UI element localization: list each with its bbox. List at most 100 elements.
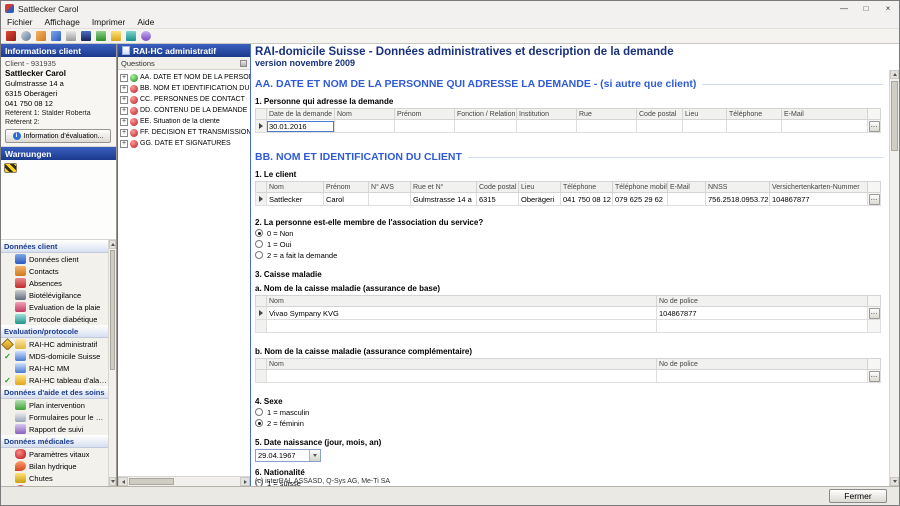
q2-option-2[interactable]: 2 = a fait la demande [255, 250, 883, 260]
nav-group-donnees-medicales[interactable]: Données médicales [1, 435, 108, 448]
tree-item-ee[interactable]: EE. Situation de la cliente [118, 116, 250, 127]
sidebar-item-donnees-client[interactable]: Données client [1, 253, 108, 265]
tree-item-bb[interactable]: BB. NOM ET IDENTIFICATION DU CLIENT [118, 83, 250, 94]
client-avs-cell[interactable] [369, 193, 411, 206]
sidebar-item-rapport-suivi[interactable]: Rapport de suivi [1, 423, 108, 435]
toolbar-save-button[interactable] [79, 30, 93, 43]
toolbar-client-button[interactable] [4, 30, 18, 43]
radio-button-selected[interactable] [255, 229, 263, 237]
menu-fichier[interactable]: Fichier [1, 17, 39, 27]
radio-button[interactable] [255, 240, 263, 248]
radio-button-selected[interactable] [255, 419, 263, 427]
scrollbar-thumb[interactable] [891, 81, 898, 151]
client-cp-cell[interactable]: 6315 [477, 193, 519, 206]
q2-option-1[interactable]: 1 = Oui [255, 239, 883, 249]
expand-plus-icon[interactable] [120, 85, 128, 93]
q4-option-1[interactable]: 2 = féminin [255, 418, 883, 428]
toolbar-print-button[interactable] [64, 30, 78, 43]
menu-affichage[interactable]: Affichage [39, 17, 86, 27]
tree-item-gg[interactable]: GG. DATE ET SIGNATURES [118, 138, 250, 149]
toolbar-search-button[interactable] [19, 30, 33, 43]
sidebar-item-bilan-hydrique[interactable]: Bilan hydrique [1, 460, 108, 472]
sidebar-item-parametres-vitaux[interactable]: Paramètres vitaux [1, 448, 108, 460]
scroll-down-icon[interactable] [890, 477, 899, 486]
scrollbar-thumb[interactable] [129, 478, 174, 485]
sidebar-item-biotelevigilance[interactable]: Biotélévigilance [1, 289, 108, 301]
scroll-up-icon[interactable] [109, 240, 116, 249]
sidebar-item-absences[interactable]: Absences [1, 277, 108, 289]
client-kartennummer-cell[interactable]: 104867877 [770, 193, 868, 206]
sidebar-item-mds-domicile-suisse[interactable]: MDS-domicile Suisse [1, 350, 108, 362]
client-nom-cell[interactable]: Sattlecker [267, 193, 324, 206]
more-button[interactable]: … [869, 308, 880, 319]
expand-plus-icon[interactable] [120, 96, 128, 104]
more-button[interactable]: … [869, 371, 880, 382]
radio-button[interactable] [255, 408, 263, 416]
client-tel-cell[interactable]: 041 750 08 12 [561, 193, 613, 206]
client-nnss-cell[interactable]: 756.2518.0953.72 [706, 193, 770, 206]
toolbar-settings-button[interactable] [124, 30, 138, 43]
birthdate-combobox[interactable]: 29.04.1967 [255, 449, 321, 462]
expand-plus-icon[interactable] [120, 107, 128, 115]
client-prenom-cell[interactable]: Carol [324, 193, 369, 206]
row-selector[interactable] [256, 193, 267, 206]
tree-horizontal-scrollbar[interactable] [118, 476, 250, 486]
client-mobile-cell[interactable]: 079 625 29 62 [613, 193, 668, 206]
nav-group-donnees-aide-soins[interactable]: Données d'aide et des soins [1, 386, 108, 399]
sidebar-item-rai-hc-mm[interactable]: RAI-HC MM [1, 362, 108, 374]
tree-item-dd[interactable]: DD. CONTENU DE LA DEMANDE [118, 105, 250, 116]
tree-item-aa[interactable]: AA. DATE ET NOM DE LA PERSONNE QUI ADRES… [118, 72, 250, 83]
row-selector[interactable] [256, 307, 267, 320]
expand-plus-icon[interactable] [120, 140, 128, 148]
close-button[interactable]: × [877, 1, 899, 16]
scroll-up-icon[interactable] [890, 70, 899, 79]
sidebar-item-formulaires-medecin[interactable]: Formulaires pour le médecin [1, 411, 108, 423]
sidebar-item-evaluation-plaie[interactable]: Evaluation de la plaie [1, 301, 108, 313]
sidebar-item-protocole-diabetique[interactable]: Protocole diabétique [1, 313, 108, 325]
row-selector[interactable] [256, 370, 267, 383]
close-form-button[interactable]: Fermer [829, 489, 887, 503]
expand-plus-icon[interactable] [120, 129, 128, 137]
menu-aide[interactable]: Aide [131, 17, 160, 27]
sidebar-item-denutrition[interactable]: Dénutrition [1, 484, 108, 486]
nav-group-donnees-client[interactable]: Données client [1, 240, 108, 253]
tree-item-ff[interactable]: FF. DECISION ET TRANSMISSION [118, 127, 250, 138]
row-selector[interactable] [256, 320, 267, 333]
scrollbar-thumb[interactable] [110, 250, 115, 370]
sidebar-item-plan-intervention[interactable]: Plan intervention [1, 399, 108, 411]
toolbar-help-button[interactable] [139, 30, 153, 43]
q2-option-0[interactable]: 0 = Non [255, 228, 883, 238]
expand-plus-icon[interactable] [120, 74, 128, 82]
toolbar-calendar-button[interactable] [109, 30, 123, 43]
sidebar-scrollbar[interactable] [108, 240, 116, 486]
expand-plus-icon[interactable] [120, 118, 128, 126]
menu-imprimer[interactable]: Imprimer [86, 17, 132, 27]
evaluation-info-button[interactable]: Information d'évaluation... [5, 129, 111, 143]
sidebar-item-chutes[interactable]: Chutes [1, 472, 108, 484]
sidebar-item-rai-hc-administratif[interactable]: RAI-HC administratif [1, 338, 108, 350]
sidebar-item-rai-hc-tableau-alarmes[interactable]: RAI-HC tableau d'alarmes [1, 374, 108, 386]
chevron-down-icon[interactable] [309, 450, 320, 461]
toolbar-people-button[interactable] [49, 30, 63, 43]
q4-option-0[interactable]: 1 = masculin [255, 407, 883, 417]
insurance-name-cell[interactable]: Vivao Sympany KVG [267, 307, 657, 320]
minimize-button[interactable]: — [833, 1, 855, 16]
sidebar-item-contacts[interactable]: Contacts [1, 265, 108, 277]
scroll-left-icon[interactable] [118, 477, 128, 486]
toolbar-chart-button[interactable] [94, 30, 108, 43]
more-button[interactable]: … [869, 121, 880, 132]
client-rue-cell[interactable]: Gulmstrasse 14 a [411, 193, 477, 206]
scroll-down-icon[interactable] [109, 477, 116, 486]
insurance-police-cell[interactable]: 104867877 [657, 307, 868, 320]
nav-group-evaluation-protocole[interactable]: Evaluation/protocole [1, 325, 108, 338]
tree-item-cc[interactable]: CC. PERSONNES DE CONTACT [118, 94, 250, 105]
row-selector[interactable] [256, 120, 267, 133]
more-button[interactable]: … [869, 194, 880, 205]
date-demande-cell[interactable]: 30.01.2016 [267, 120, 335, 133]
radio-button[interactable] [255, 251, 263, 259]
form-scrollbar[interactable] [889, 70, 899, 486]
toolbar-person-button[interactable] [34, 30, 48, 43]
pin-icon[interactable] [240, 60, 247, 67]
client-email-cell[interactable] [668, 193, 706, 206]
scroll-right-icon[interactable] [240, 477, 250, 486]
